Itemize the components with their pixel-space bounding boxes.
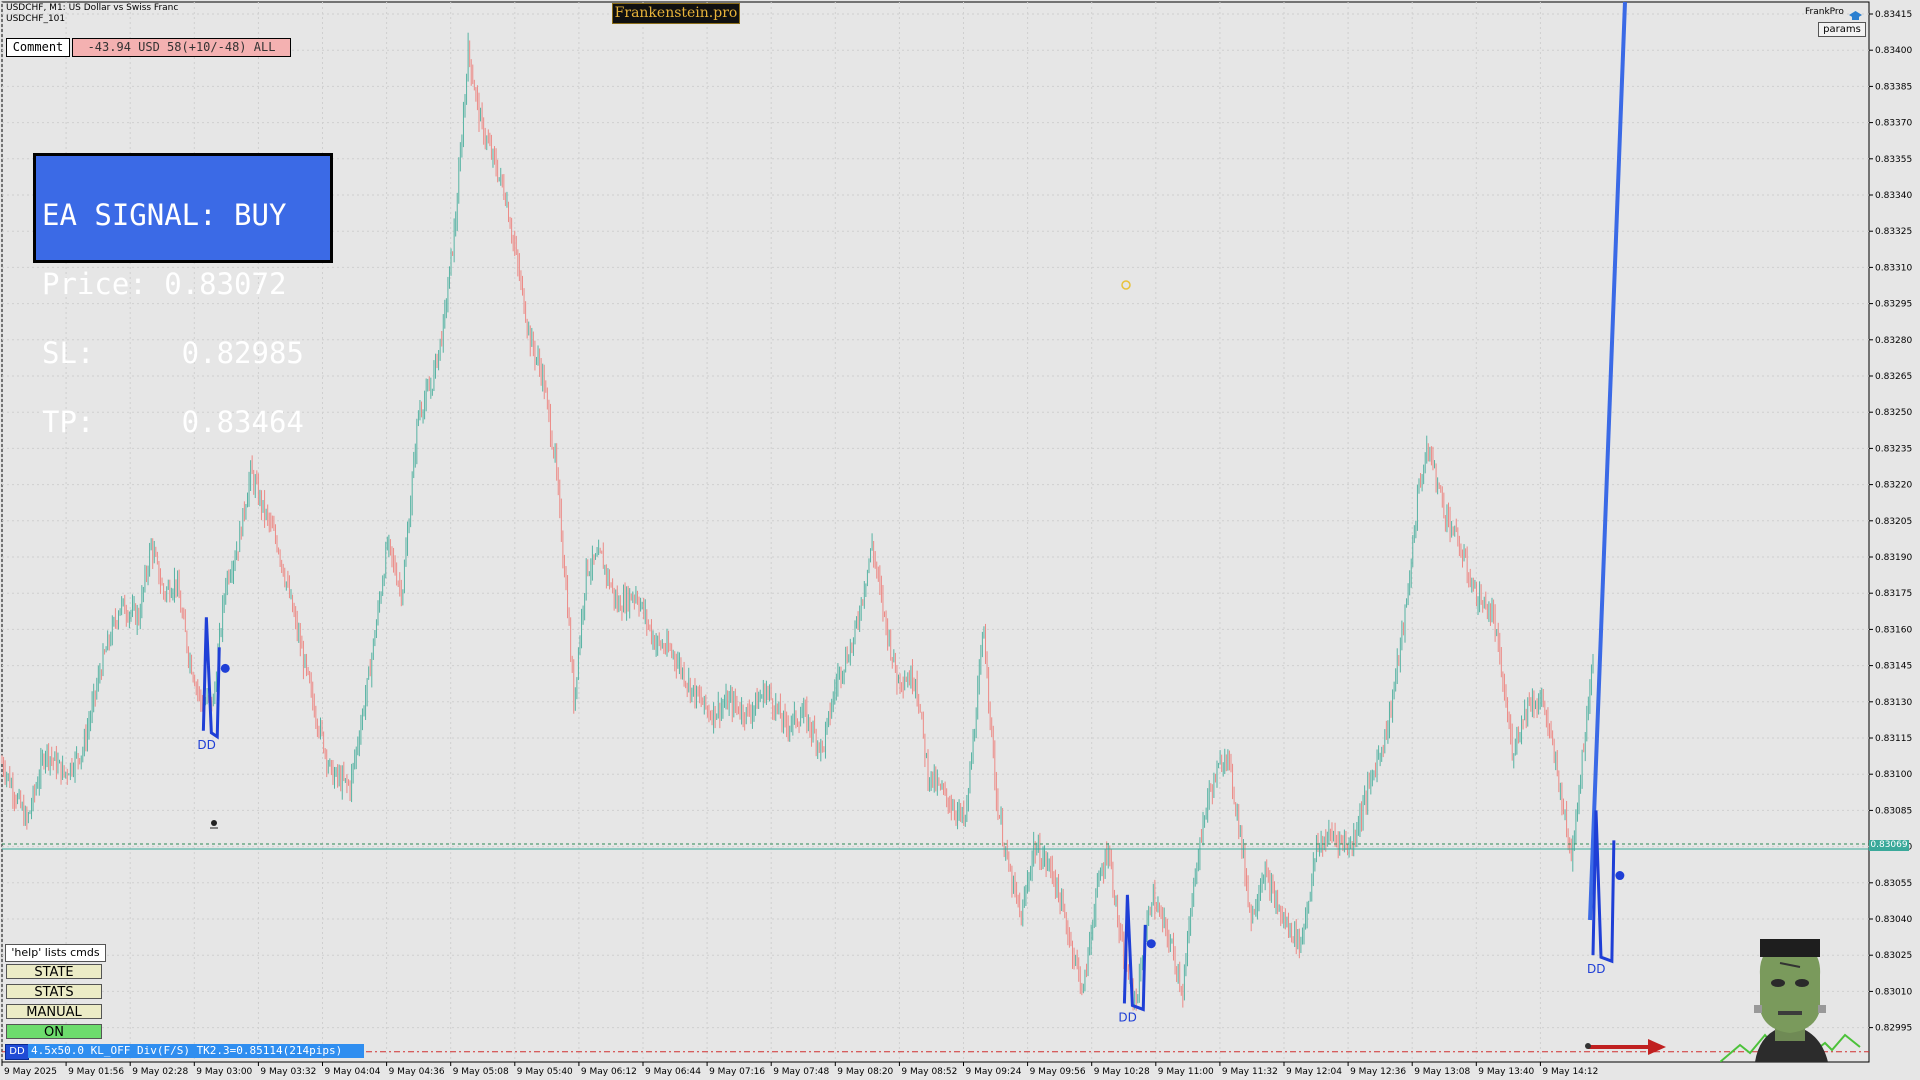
time-label: 9 May 12:04	[1286, 1067, 1342, 1077]
price-label: 0.83190	[1875, 553, 1912, 563]
price-label: 0.83280	[1875, 336, 1912, 346]
manual-button[interactable]: MANUAL	[6, 1004, 102, 1020]
comment-label: Comment	[6, 38, 70, 57]
time-label: 9 May 02:28	[132, 1067, 188, 1077]
price-label: 0.83370	[1875, 119, 1912, 129]
on-button[interactable]: ON	[6, 1024, 102, 1040]
price-label: 0.83055	[1875, 879, 1912, 889]
time-label: 9 May 14:12	[1542, 1067, 1598, 1077]
time-label: 9 May 13:08	[1414, 1067, 1470, 1077]
graduation-cap-icon	[1849, 6, 1862, 20]
price-label: 0.83145	[1875, 662, 1912, 672]
ea-signal-box: EA SIGNAL: BUY Price: 0.83072 SL: 0.8298…	[33, 153, 333, 437]
skull-icon	[211, 820, 217, 826]
price-label: 0.83235	[1875, 444, 1912, 454]
price-label: 0.83250	[1875, 408, 1912, 418]
help-label: 'help' lists cmds	[5, 944, 106, 962]
time-label: 9 May 01:56	[68, 1067, 124, 1077]
status-text: 4.5x50.0 KL_OFF Div(F/S) TK2.3=0.85114(2…	[28, 1044, 364, 1058]
time-axis: 9 May 2025 9 May 01:56 9 May 02:28 9 May 03…	[1, 1062, 1598, 1077]
brand-logo[interactable]: Frankenstein.pro	[612, 3, 740, 24]
time-label: 9 May 03:00	[196, 1067, 252, 1077]
price-label: 0.83010	[1875, 987, 1912, 997]
time-label: 9 May 08:52	[901, 1067, 957, 1077]
time-label: 9 May 2025	[4, 1067, 57, 1077]
price-label: 0.83025	[1875, 951, 1912, 961]
frankenstein-avatar	[1719, 935, 1862, 1063]
time-label: 9 May 12:36	[1350, 1067, 1406, 1077]
time-label: 9 May 05:40	[517, 1067, 573, 1077]
time-label: 9 May 09:56	[1030, 1067, 1086, 1077]
dd-marker-dot	[1615, 871, 1625, 881]
price-label: 0.83265	[1875, 372, 1912, 382]
price-label: 0.83325	[1875, 227, 1912, 237]
time-label: 9 May 09:24	[966, 1067, 1022, 1077]
dd-status-badge: DD	[5, 1044, 29, 1060]
comment-value: -43.94 USD 58(+10/-48) ALL	[72, 38, 291, 57]
dd-label: DD	[1587, 962, 1605, 976]
price-label: 0.83205	[1875, 517, 1912, 527]
price-label: 0.83310	[1875, 263, 1912, 273]
time-label: 9 May 11:32	[1222, 1067, 1278, 1077]
state-button[interactable]: STATE	[6, 964, 102, 980]
signal-sl: SL: 0.82985	[42, 336, 304, 370]
price-label: 0.83415	[1875, 10, 1912, 20]
signal-tp: TP: 0.83464	[42, 405, 304, 439]
params-button[interactable]: params	[1818, 22, 1866, 37]
price-label: 0.83385	[1875, 82, 1912, 92]
dd-label: DD	[1118, 1010, 1136, 1024]
price-axis: 0.83415 0.83400 0.83385 0.83370 0.83355 0.833…	[1869, 10, 1912, 1034]
price-label: 0.83175	[1875, 589, 1912, 599]
arrow-origin-dot	[1585, 1043, 1591, 1049]
price-label: 0.83355	[1875, 155, 1912, 165]
time-label: 9 May 03:32	[260, 1067, 316, 1077]
stats-button[interactable]: STATS	[6, 984, 102, 1000]
time-label: 9 May 08:20	[837, 1067, 893, 1077]
price-label: 0.83130	[1875, 698, 1912, 708]
time-label: 9 May 04:36	[389, 1067, 445, 1077]
time-label: 9 May 11:00	[1158, 1067, 1214, 1077]
chart-name: USDCHF_101	[6, 14, 66, 24]
dd-marker-dot	[220, 663, 230, 673]
price-label: 0.83220	[1875, 481, 1912, 491]
price-label: 0.83340	[1875, 191, 1912, 201]
price-label: 0.83100	[1875, 770, 1912, 780]
time-label: 9 May 05:08	[453, 1067, 509, 1077]
time-label: 9 May 07:48	[773, 1067, 829, 1077]
signal-price: Price: 0.83072	[42, 267, 287, 301]
dd-marker-dot	[1146, 939, 1156, 949]
time-label: 9 May 06:12	[581, 1067, 637, 1077]
time-label: 9 May 04:04	[325, 1067, 381, 1077]
time-label: 9 May 07:16	[709, 1067, 765, 1077]
price-label: 0.83160	[1875, 625, 1912, 635]
time-label: 9 May 06:44	[645, 1067, 701, 1077]
current-price-badge: 0.83069	[1869, 840, 1909, 851]
signal-title: EA SIGNAL: BUY	[42, 198, 287, 232]
price-label: 0.83115	[1875, 734, 1912, 744]
price-label: 0.83295	[1875, 300, 1912, 310]
price-label: 0.83400	[1875, 46, 1912, 56]
time-label: 9 May 13:40	[1478, 1067, 1534, 1077]
dd-label: DD	[197, 738, 215, 752]
price-label: 0.83085	[1875, 806, 1912, 816]
price-label: 0.83040	[1875, 915, 1912, 925]
time-label: 9 May 10:28	[1094, 1067, 1150, 1077]
user-label: FrankPro	[1805, 7, 1844, 17]
symbol-line: USDCHF, M1: US Dollar vs Swiss Franc	[6, 3, 179, 13]
price-label: 0.82995	[1875, 1024, 1912, 1034]
